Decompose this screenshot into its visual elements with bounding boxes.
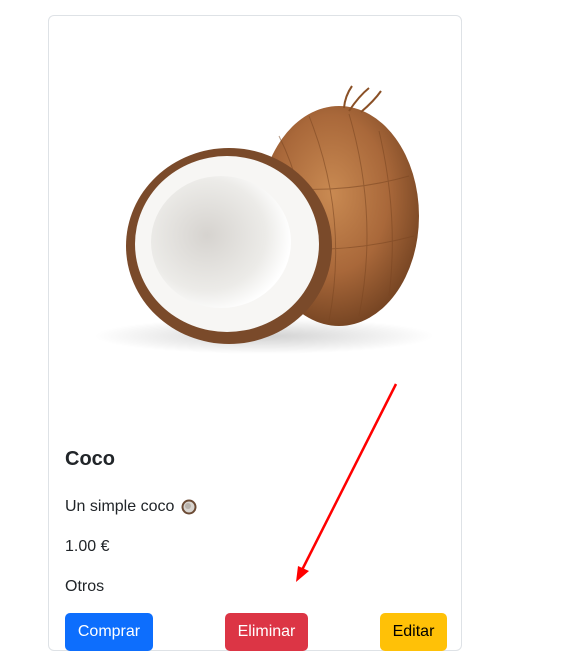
product-title: Coco [65, 448, 115, 470]
product-card: Coco Un simple coco 1.00 € Otros Comprar… [48, 15, 462, 651]
delete-button[interactable]: Eliminar [225, 613, 308, 651]
coconut-emoji-icon [181, 499, 197, 515]
buy-button[interactable]: Comprar [65, 613, 153, 651]
product-image [94, 85, 434, 354]
product-description: Un simple coco [65, 498, 197, 516]
product-category: Otros [65, 578, 105, 595]
edit-button[interactable]: Editar [380, 613, 447, 651]
product-description-text: Un simple coco [65, 498, 175, 515]
product-price: 1.00 € [65, 538, 110, 555]
